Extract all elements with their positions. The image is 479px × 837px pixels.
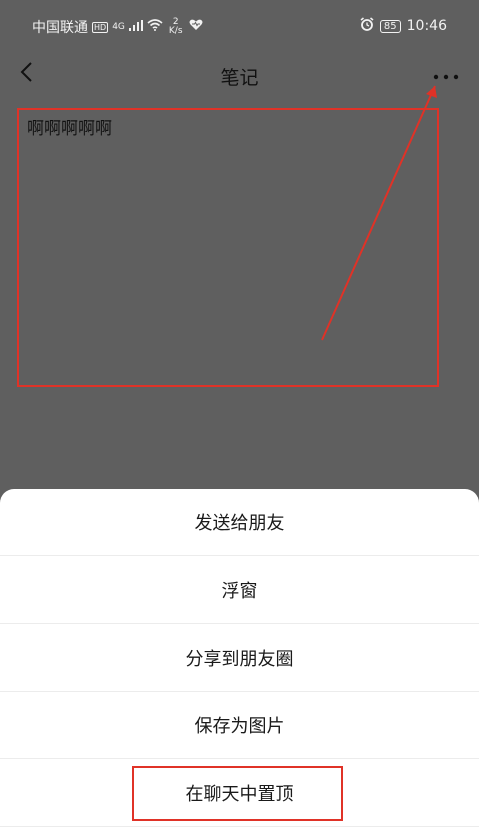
hd-icon: HD (92, 21, 109, 33)
page-title: 笔记 (220, 67, 259, 89)
signal-icon (128, 19, 143, 35)
highlight-box-note (17, 108, 439, 387)
floating-window-button[interactable]: 浮窗 (0, 557, 479, 624)
header-bar: 笔记 (0, 52, 479, 98)
save-as-image-button[interactable]: 保存为图片 (0, 692, 479, 759)
more-dots-icon (433, 65, 459, 84)
wifi-icon (147, 19, 163, 35)
share-moments-label: 分享到朋友圈 (185, 649, 294, 670)
status-right: 85 10:46 (360, 17, 447, 35)
network-type: 4G (112, 21, 125, 32)
carrier-label: 中国联通 (32, 20, 88, 36)
network-speed: 2 K/s (169, 18, 183, 36)
status-left: 中国联通 HD 4G 2 K/s (32, 17, 203, 37)
battery-icon: 85 (379, 19, 401, 33)
alarm-icon (360, 17, 374, 35)
share-moments-button[interactable]: 分享到朋友圈 (0, 625, 479, 692)
heart-icon (189, 19, 203, 35)
highlight-box-pin (132, 766, 343, 821)
send-to-friend-button[interactable]: 发送给朋友 (0, 489, 479, 556)
more-button[interactable] (429, 62, 463, 86)
clock-time: 10:46 (406, 18, 447, 34)
status-bar: 中国联通 HD 4G 2 K/s 85 10:46 (0, 0, 479, 52)
speed-unit: K/s (168, 26, 183, 36)
floating-window-label: 浮窗 (221, 581, 258, 602)
save-as-image-label: 保存为图片 (194, 716, 285, 737)
send-to-friend-label: 发送给朋友 (194, 513, 285, 534)
